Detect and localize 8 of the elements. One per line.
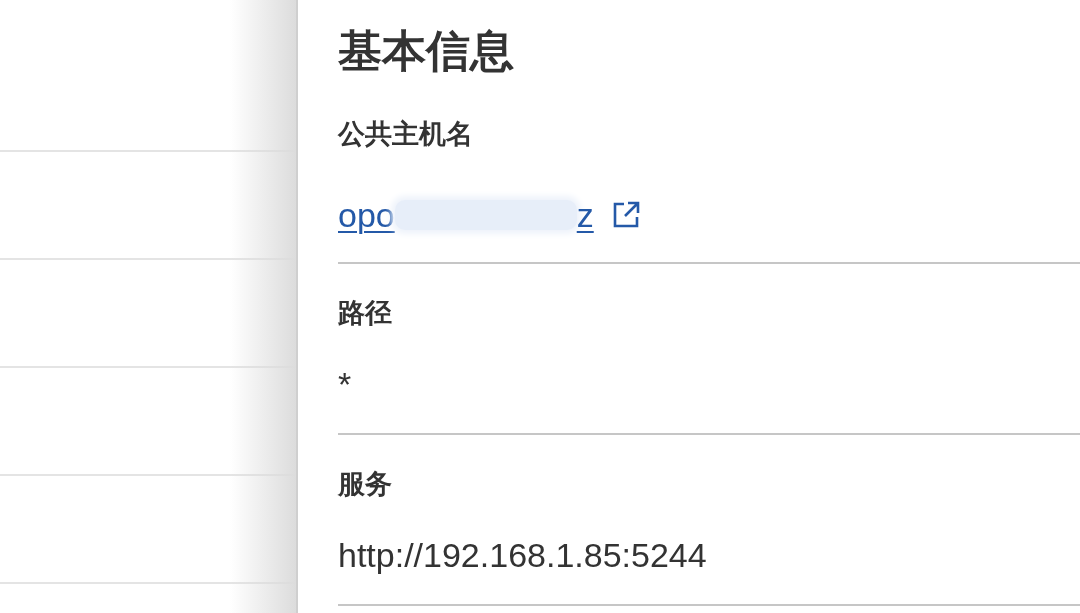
- field-label: 公共主机名: [338, 119, 473, 149]
- field-label: 服务: [338, 469, 392, 499]
- external-link-icon[interactable]: [611, 201, 640, 229]
- panel-title: 基本信息: [338, 26, 514, 76]
- hostname-link[interactable]: opo z: [338, 195, 594, 235]
- field-value: http://192.168.1.85:5244: [338, 535, 707, 575]
- field-label: 路径: [338, 298, 392, 328]
- field-value: *: [338, 364, 352, 404]
